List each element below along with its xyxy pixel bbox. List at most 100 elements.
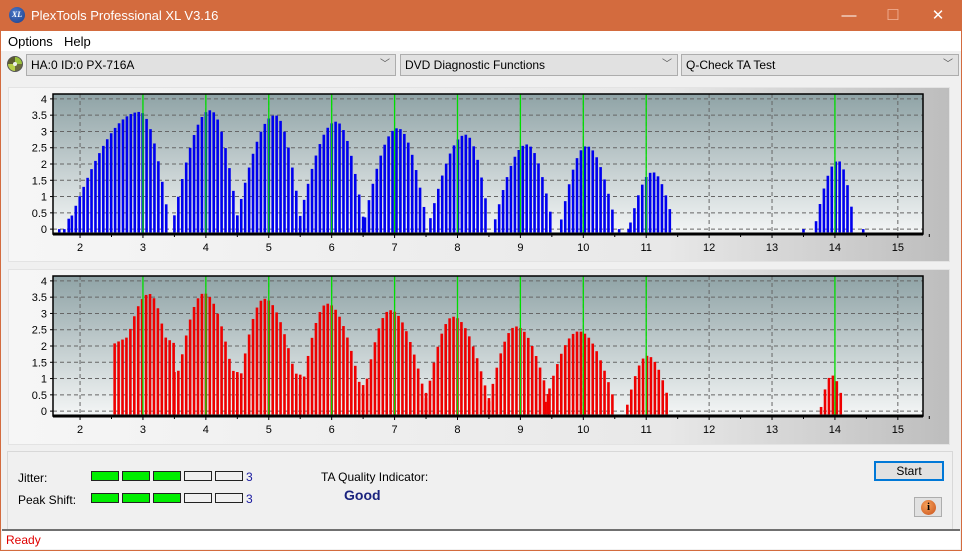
bar bbox=[196, 124, 200, 233]
bar bbox=[533, 153, 536, 233]
bar bbox=[530, 346, 534, 415]
bar bbox=[125, 116, 129, 233]
bar bbox=[353, 173, 357, 233]
bar bbox=[389, 310, 392, 415]
bar bbox=[432, 362, 436, 415]
bar bbox=[263, 123, 267, 233]
maximize-button[interactable]: ☐ bbox=[870, 0, 916, 31]
bar bbox=[418, 187, 422, 233]
bar bbox=[563, 345, 567, 415]
menu-options[interactable]: Options bbox=[8, 34, 53, 49]
chevron-down-icon: ﹀ bbox=[943, 59, 953, 70]
bar bbox=[353, 365, 357, 415]
bar bbox=[499, 353, 503, 415]
x-tick-label: 2 bbox=[77, 424, 83, 436]
bar bbox=[346, 337, 349, 415]
bar bbox=[212, 303, 216, 415]
bar bbox=[152, 298, 156, 415]
bar bbox=[544, 401, 547, 415]
bar bbox=[200, 117, 204, 233]
bar bbox=[247, 167, 251, 233]
start-button[interactable]: Start bbox=[874, 461, 944, 481]
x-tick-label: 14 bbox=[829, 424, 841, 436]
bar bbox=[109, 133, 113, 233]
bar bbox=[626, 404, 629, 415]
app-logo-icon: XL bbox=[9, 7, 25, 23]
x-tick-label: 5 bbox=[266, 424, 272, 436]
bar bbox=[188, 147, 192, 233]
bar bbox=[591, 150, 595, 233]
test-select-value: Q-Check TA Test bbox=[686, 58, 776, 72]
function-select[interactable]: DVD Diagnostic Functions ﹀ bbox=[400, 54, 678, 76]
bar bbox=[291, 363, 294, 415]
bar bbox=[433, 203, 436, 233]
bar bbox=[548, 388, 551, 415]
bar bbox=[410, 154, 414, 233]
bar bbox=[503, 341, 506, 415]
bar bbox=[802, 229, 805, 233]
drive-select-value: HA:0 ID:0 PX-716A bbox=[31, 58, 135, 72]
bar bbox=[575, 158, 579, 233]
bar bbox=[361, 392, 365, 415]
toolbar: HA:0 ID:0 PX-716A ﹀ DVD Diagnostic Funct… bbox=[1, 51, 961, 78]
ta-quality-label: TA Quality Indicator: bbox=[321, 470, 429, 484]
minimize-button[interactable]: — bbox=[826, 0, 872, 31]
y-tick-label: 2 bbox=[41, 341, 47, 353]
bar bbox=[509, 165, 513, 233]
y-tick-label: 0 bbox=[41, 406, 47, 418]
drive-select[interactable]: HA:0 ID:0 PX-716A ﹀ bbox=[26, 54, 396, 76]
bar bbox=[216, 119, 219, 233]
bar bbox=[850, 206, 853, 233]
meter-segment bbox=[215, 493, 243, 503]
bar bbox=[373, 342, 377, 415]
bar bbox=[310, 337, 314, 415]
bar bbox=[507, 333, 510, 415]
x-tick-label: 11 bbox=[640, 424, 651, 436]
bar bbox=[842, 169, 845, 233]
bar bbox=[395, 128, 398, 233]
bar bbox=[173, 215, 176, 233]
bar bbox=[480, 177, 483, 233]
x-tick-label: 12 bbox=[703, 242, 715, 254]
bar bbox=[403, 133, 406, 233]
menu-help[interactable]: Help bbox=[64, 34, 91, 49]
bar bbox=[82, 186, 85, 233]
bar bbox=[830, 166, 834, 233]
bar bbox=[484, 198, 487, 233]
bar bbox=[548, 211, 552, 233]
y-tick-label: 1 bbox=[41, 374, 47, 386]
bar bbox=[464, 134, 468, 233]
bar bbox=[440, 333, 444, 415]
x-tick-label: 6 bbox=[329, 424, 335, 436]
bar bbox=[401, 322, 404, 415]
y-tick-label: 1.5 bbox=[32, 175, 47, 187]
bar bbox=[452, 145, 456, 233]
bar bbox=[468, 137, 472, 233]
bar bbox=[637, 365, 641, 415]
bar bbox=[86, 177, 89, 233]
bar bbox=[173, 372, 176, 415]
bar bbox=[239, 373, 243, 415]
bar bbox=[819, 406, 823, 415]
bar bbox=[369, 359, 373, 415]
bar bbox=[164, 337, 168, 415]
bar bbox=[633, 376, 637, 415]
close-button[interactable]: ✕ bbox=[915, 0, 961, 31]
bar bbox=[611, 209, 614, 233]
test-select[interactable]: Q-Check TA Test ﹀ bbox=[681, 54, 959, 76]
bar bbox=[184, 335, 188, 415]
bar bbox=[429, 218, 432, 233]
pit-chart: 0 0.5 1 1.5 2 2.5 3 3.5 4 2 3 4 5 6 7 8 9 10 11 12 13 14 15 bbox=[32, 275, 930, 436]
bar bbox=[156, 308, 160, 415]
x-tick-label: 10 bbox=[577, 424, 589, 436]
bar bbox=[595, 157, 598, 233]
bar bbox=[633, 208, 636, 233]
bar bbox=[105, 139, 109, 233]
info-button[interactable]: i bbox=[914, 497, 942, 517]
bar bbox=[495, 367, 499, 415]
x-tick-label: 7 bbox=[392, 242, 398, 254]
bar bbox=[365, 378, 369, 415]
bar bbox=[168, 340, 171, 415]
bar bbox=[381, 318, 385, 415]
bar bbox=[200, 293, 204, 415]
